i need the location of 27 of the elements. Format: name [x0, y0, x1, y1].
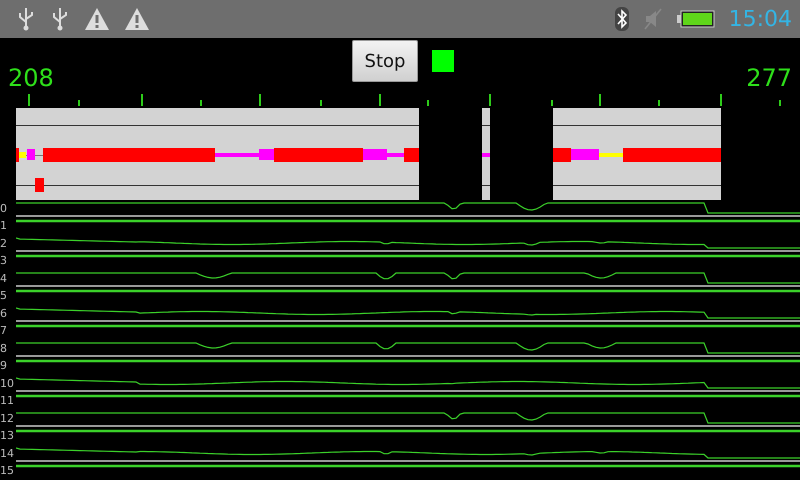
usb-icon	[16, 7, 36, 31]
warning-icon	[84, 7, 110, 31]
bluetooth-icon	[614, 7, 629, 31]
channel-label: 12	[0, 412, 15, 425]
channel-label: 3	[0, 255, 8, 268]
channel-label: 11	[0, 395, 15, 408]
channel-label: 8	[0, 342, 8, 355]
channel-label: 10	[0, 378, 15, 390]
channel-label: 4	[0, 272, 8, 285]
channel-label: 15	[0, 465, 15, 478]
clock: 15:04	[728, 6, 792, 32]
channel-label: 2	[0, 238, 8, 250]
channel-label: 6	[0, 308, 8, 320]
channel-label: 1	[0, 220, 8, 232]
channel-label: 7	[0, 325, 8, 338]
usb-icon	[50, 7, 70, 31]
channel-label: 14	[0, 448, 15, 460]
channel-label: 5	[0, 290, 8, 302]
warning-icon	[124, 7, 150, 31]
stop-button[interactable]: Stop	[352, 40, 418, 82]
battery-icon	[676, 10, 715, 28]
channel-label: 0	[0, 202, 8, 215]
end-value: 277	[746, 64, 792, 92]
channel-label: 13	[0, 430, 15, 442]
channel-label: 9	[0, 360, 8, 372]
start-value: 208	[8, 64, 54, 92]
muted-speaker-icon	[642, 7, 663, 31]
